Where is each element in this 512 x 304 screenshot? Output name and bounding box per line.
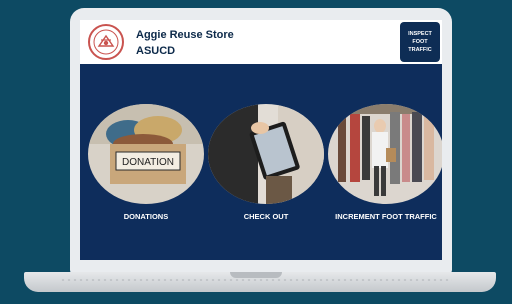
clothing-rack-photo[interactable]	[328, 104, 442, 204]
app-header: Aggie Reuse Store ASUCD INSPECT FOOT TRA…	[80, 20, 442, 64]
laptop-screen: Aggie Reuse Store ASUCD INSPECT FOOT TRA…	[80, 20, 442, 260]
check-out-label: CHECK OUT	[243, 212, 289, 221]
aggie-reuse-logo-icon	[88, 24, 124, 60]
donations-tile[interactable]: DONATION DONATIONS	[86, 104, 206, 234]
inspect-line-2: FOOT	[412, 39, 428, 45]
tablet-checkout-photo[interactable]	[208, 104, 324, 204]
increment-foot-traffic-label: INCREMENT FOOT TRAFFIC	[335, 212, 437, 221]
main-panel: DONATION DONATIONS CHECK OUT INCREMENT F…	[80, 64, 442, 260]
inspect-foot-traffic-button[interactable]: INSPECT FOOT TRAFFIC	[400, 22, 440, 62]
laptop-keyboard-grille	[60, 278, 452, 282]
check-out-tile[interactable]: CHECK OUT	[206, 104, 326, 234]
inspect-line-3: TRAFFIC	[408, 47, 432, 53]
inspect-line-1: INSPECT	[408, 31, 432, 37]
donation-box-photo[interactable]: DONATION	[88, 104, 204, 204]
store-title: Aggie Reuse Store	[136, 29, 234, 41]
increment-foot-traffic-tile[interactable]: INCREMENT FOOT TRAFFIC	[326, 104, 442, 234]
store-subtitle: ASUCD	[136, 45, 176, 57]
donation-box-text: DONATION	[122, 157, 174, 168]
